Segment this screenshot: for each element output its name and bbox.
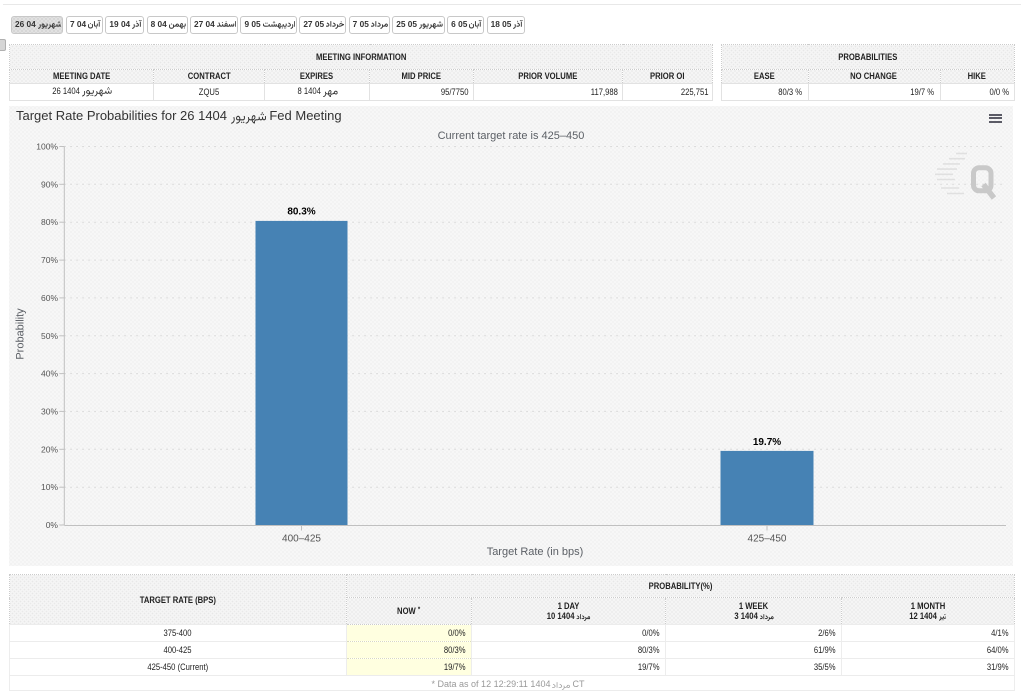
svg-text:400–425: 400–425 <box>282 534 321 545</box>
svg-text:Current target rate is 425–450: Current target rate is 425–450 <box>438 130 585 142</box>
svg-text:425–450: 425–450 <box>748 534 787 545</box>
svg-text:30%: 30% <box>41 406 58 416</box>
svg-text:80%: 80% <box>41 217 58 227</box>
svg-text:19.7%: 19.7% <box>753 437 781 448</box>
svg-text:Probability: Probability <box>15 308 27 360</box>
svg-text:60%: 60% <box>41 293 58 303</box>
svg-text:70%: 70% <box>41 255 58 265</box>
svg-text:50%: 50% <box>41 331 58 341</box>
svg-text:Target Rate (in bps): Target Rate (in bps) <box>487 546 584 558</box>
svg-text:10%: 10% <box>41 482 58 492</box>
svg-text:0%: 0% <box>46 520 59 530</box>
svg-text:20%: 20% <box>41 444 58 454</box>
svg-text:40%: 40% <box>41 369 58 379</box>
svg-text:90%: 90% <box>41 179 58 189</box>
svg-text:100%: 100% <box>36 142 58 152</box>
svg-text:80.3%: 80.3% <box>287 207 315 218</box>
